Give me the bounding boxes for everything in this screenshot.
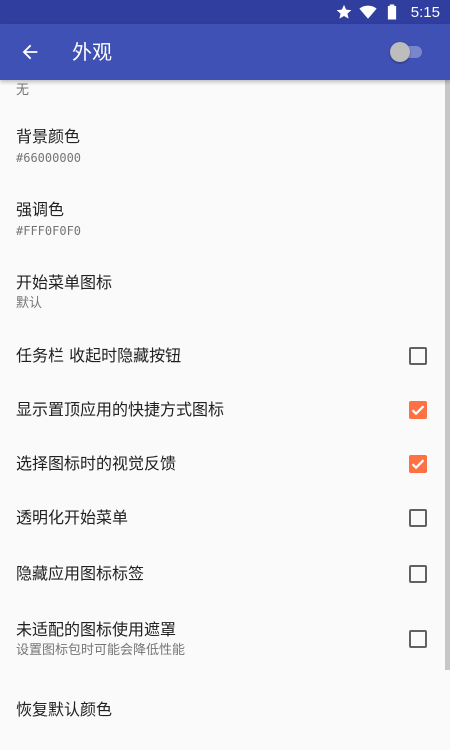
setting-background-color[interactable]: 背景颜色 #66000000	[0, 110, 450, 183]
back-button[interactable]	[14, 36, 46, 68]
setting-title: 未适配的图标使用遮罩	[16, 619, 177, 639]
setting-summary: 设置图标包时可能会降低性能	[16, 642, 186, 658]
setting-title: 恢复默认颜色	[16, 700, 113, 719]
setting-restore-default-colors[interactable]: 恢复默认颜色	[0, 675, 450, 745]
setting-summary: 默认	[16, 296, 43, 311]
settings-list-container[interactable]: 无 背景颜色 #66000000 强调色 #FFF0F0F0 开始菜单图标 默认…	[0, 80, 450, 750]
settings-list: 无 背景颜色 #66000000 强调色 #FFF0F0F0 开始菜单图标 默认…	[0, 80, 450, 745]
star-icon	[335, 3, 353, 21]
checkmark-icon	[411, 459, 425, 470]
master-switch[interactable]	[390, 41, 424, 63]
setting-title: 显示置顶应用的快捷方式图标	[16, 400, 225, 419]
setting-title: 选择图标时的视觉反馈	[16, 454, 177, 473]
setting-title: 透明化开始菜单	[16, 508, 129, 527]
checkbox[interactable]	[409, 565, 427, 583]
setting-show-pinned-shortcut-icons[interactable]: 显示置顶应用的快捷方式图标	[0, 383, 450, 437]
switch-thumb	[390, 42, 410, 62]
app-bar: 外观	[0, 24, 450, 80]
status-bar: 5:15	[0, 0, 450, 24]
checkmark-icon	[411, 405, 425, 416]
checkbox[interactable]	[409, 630, 427, 648]
setting-summary: #66000000	[16, 151, 82, 165]
setting-taskbar-hide-buttons[interactable]: 任务栏 收起时隐藏按钮	[0, 329, 450, 383]
checkbox[interactable]	[409, 347, 427, 365]
arrow-back-icon	[22, 44, 38, 60]
setting-partial-top[interactable]: 无	[0, 80, 450, 110]
setting-title: 任务栏 收起时隐藏按钮	[16, 346, 182, 365]
checkbox[interactable]	[409, 509, 427, 527]
page-title: 外观	[72, 40, 112, 64]
setting-hide-app-labels[interactable]: 隐藏应用图标标签	[0, 545, 450, 603]
battery-icon	[383, 3, 401, 21]
setting-start-menu-icon[interactable]: 开始菜单图标 默认	[0, 256, 450, 329]
checkbox-checked[interactable]	[409, 401, 427, 419]
setting-visual-feedback[interactable]: 选择图标时的视觉反馈	[0, 437, 450, 491]
setting-title: 开始菜单图标	[16, 273, 113, 292]
setting-summary: #FFF0F0F0	[16, 224, 82, 238]
setting-title: 隐藏应用图标标签	[16, 564, 145, 583]
setting-title: 强调色	[16, 200, 65, 219]
setting-accent-color[interactable]: 强调色 #FFF0F0F0	[0, 183, 450, 256]
setting-summary: 无	[16, 82, 30, 98]
status-time: 5:15	[410, 3, 440, 21]
setting-transparent-start-menu[interactable]: 透明化开始菜单	[0, 491, 450, 545]
wifi-icon	[359, 3, 377, 21]
setting-mask-unadapted-icons[interactable]: 未适配的图标使用遮罩 设置图标包时可能会降低性能	[0, 603, 450, 675]
setting-title: 背景颜色	[16, 127, 81, 146]
checkbox-checked[interactable]	[409, 455, 427, 473]
scrollbar[interactable]	[445, 80, 450, 670]
